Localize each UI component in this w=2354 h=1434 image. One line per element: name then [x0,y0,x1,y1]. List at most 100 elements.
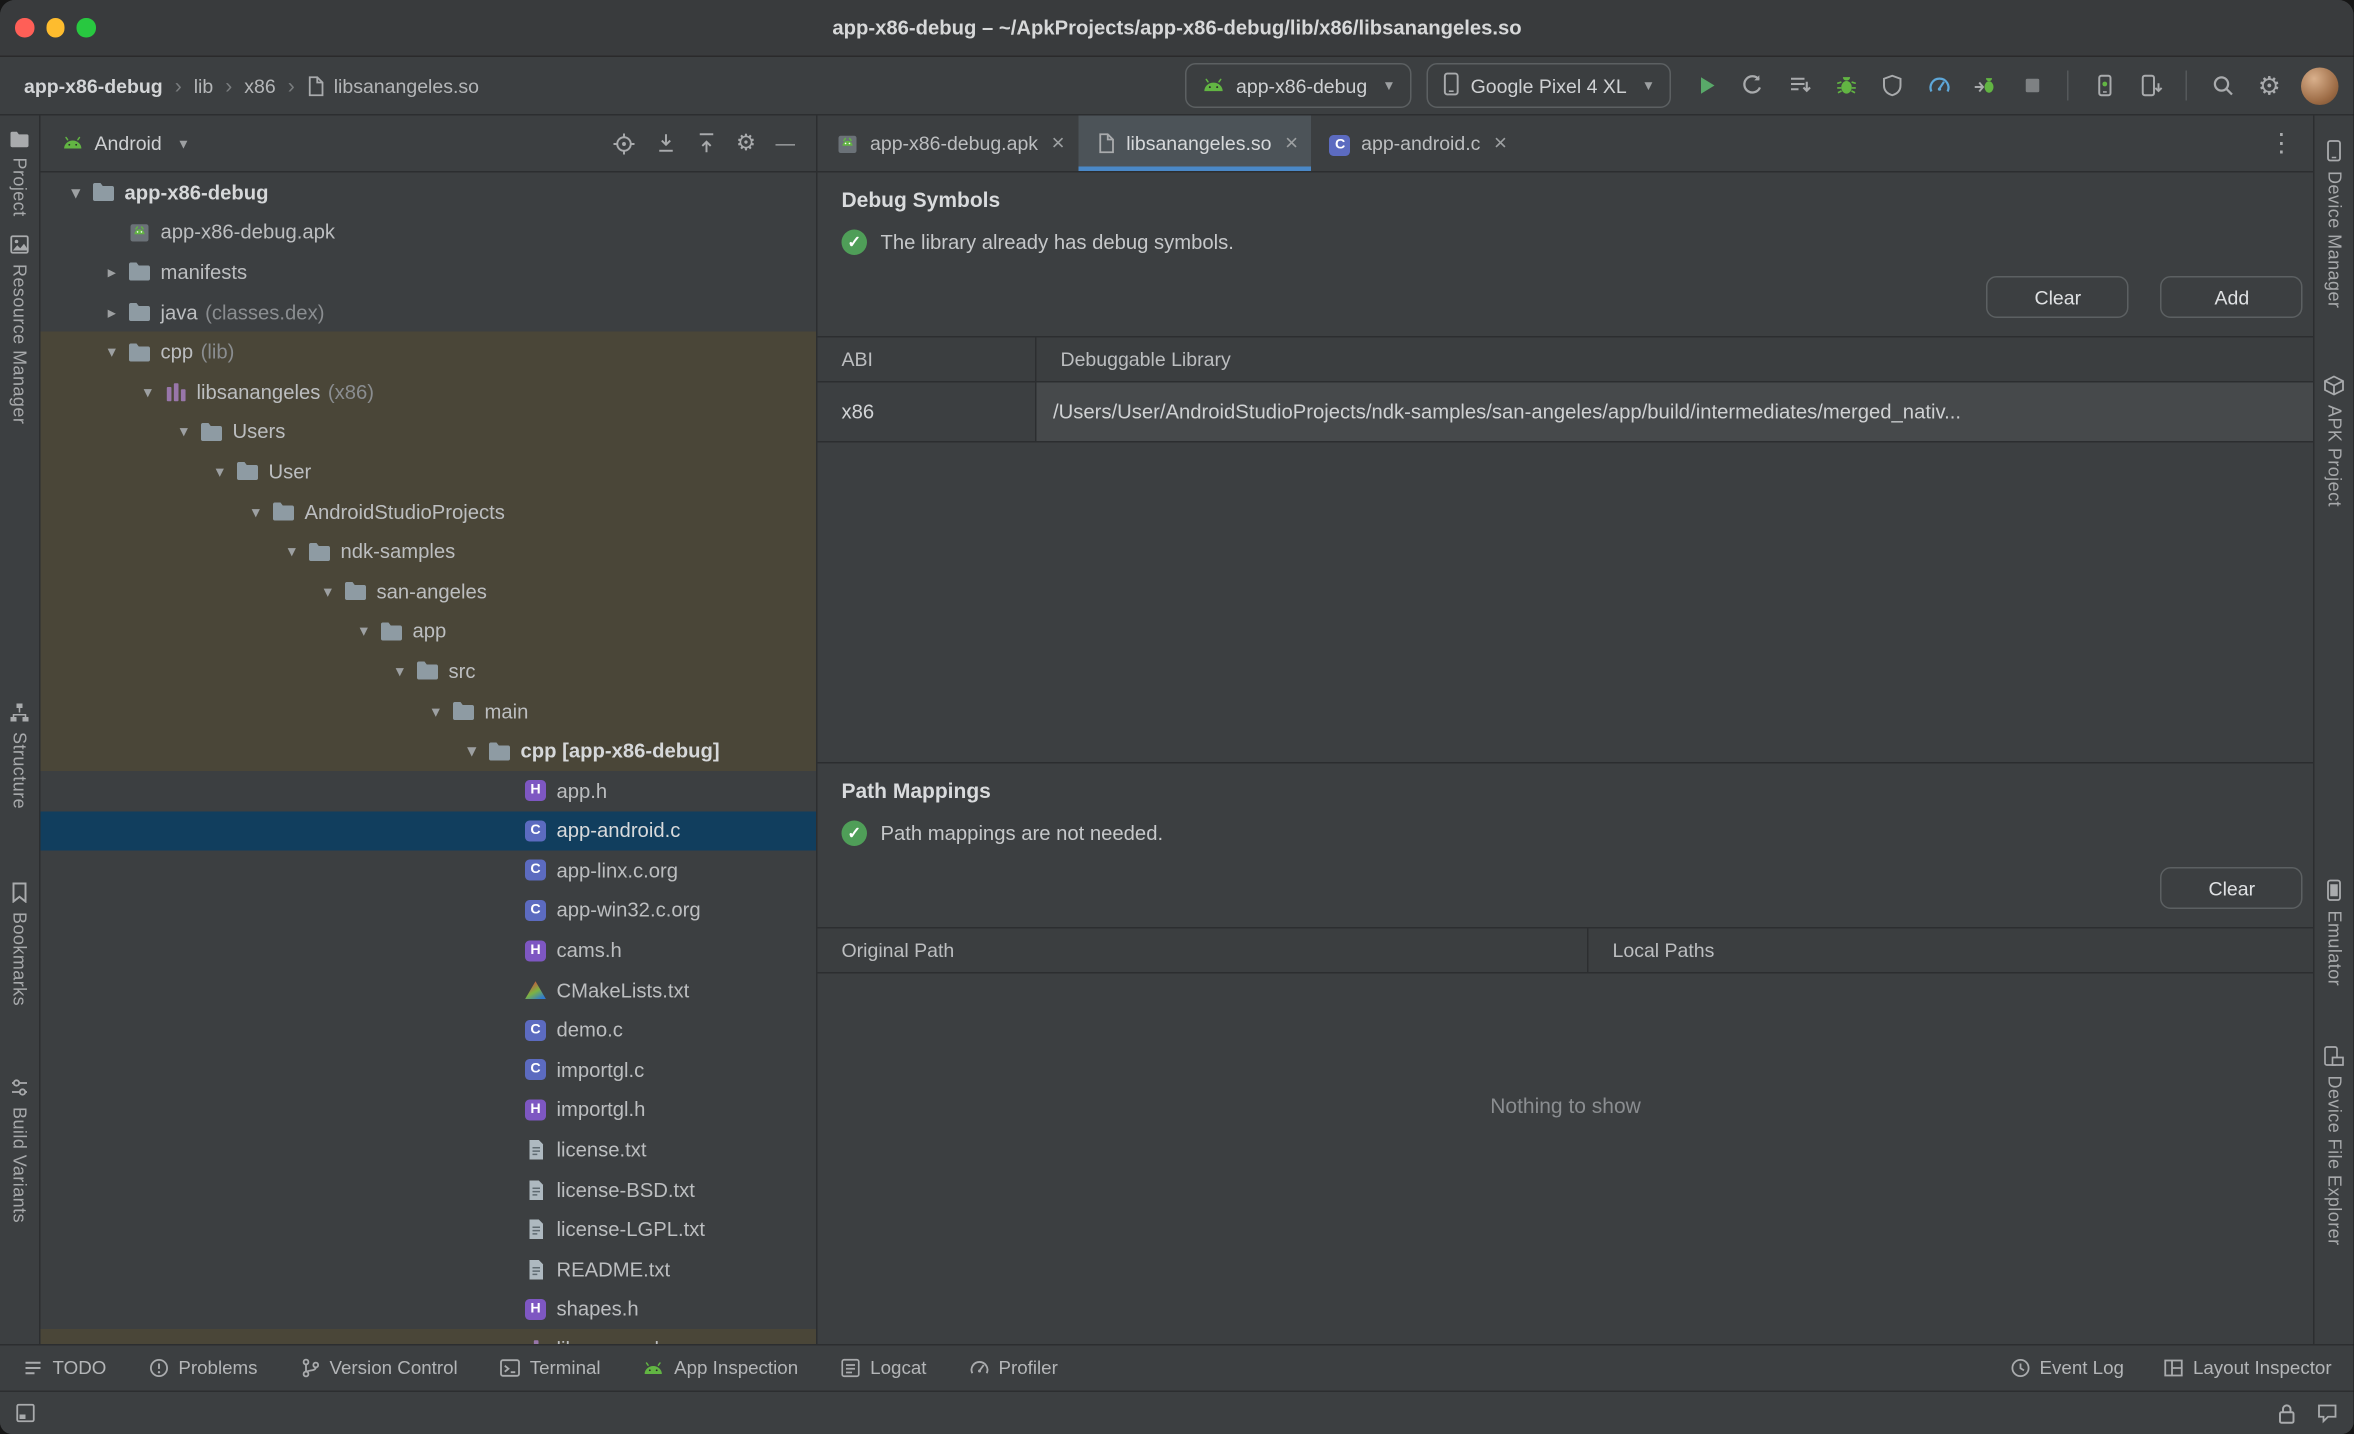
tree-item[interactable]: Happ.h [41,771,817,811]
tree-item[interactable]: ▾ Users [40,411,816,452]
apply-changes-icon[interactable] [1733,65,1774,106]
tree-item[interactable]: license.txt [41,1130,817,1170]
tree-item[interactable]: ▾ AndroidStudioProjects [40,491,816,532]
notifications-icon[interactable] [2317,1403,2340,1424]
project-view-selector[interactable]: Android [95,132,162,155]
collapse-all-icon[interactable] [695,132,716,155]
profiler-icon[interactable] [1919,65,1960,106]
run-configuration-select[interactable]: app-x86-debug ▼ [1185,63,1413,108]
close-button[interactable] [15,18,34,38]
status-item-version-control[interactable]: Version Control [300,1358,458,1379]
tree-item[interactable]: ▾ ndk-samples [40,531,816,572]
close-icon[interactable]: × [1052,131,1065,157]
chevron-down-icon[interactable]: ▾ [137,382,160,402]
device-manager-icon[interactable] [2084,65,2125,106]
chevron-right-icon[interactable]: ▸ [101,262,124,282]
sdk-manager-icon[interactable] [2131,65,2172,106]
breadcrumb-item[interactable]: libsanangeles.so [307,74,479,97]
breadcrumb-item[interactable]: lib [194,74,214,97]
avatar[interactable] [2301,66,2340,105]
tool-window-button-build-variants[interactable]: Build Variants [9,1078,30,1224]
attach-debugger-icon[interactable] [1966,65,2007,106]
tree-item[interactable]: Hcams.h [41,930,817,970]
settings-icon[interactable]: ⚙ [2249,65,2290,106]
breadcrumb-item[interactable]: app-x86-debug [24,74,163,97]
run-icon[interactable] [1687,65,1728,106]
tool-window-stripe-toggle-icon[interactable] [15,1403,36,1424]
tree-item[interactable]: CMakeLists.txt [41,970,817,1010]
chevron-down-icon[interactable]: ▾ [209,462,232,481]
read-only-lock-icon[interactable] [2278,1402,2298,1425]
tree-item[interactable]: ▾ cpp [app-x86-debug] [40,730,816,771]
status-item-profiler[interactable]: Profiler [968,1358,1058,1379]
status-item-problems[interactable]: Problems [148,1358,258,1379]
chevron-down-icon[interactable]: ▾ [317,582,340,601]
editor-tab-app-android-c[interactable]: Capp-android.c × [1312,116,1521,172]
apply-code-changes-icon[interactable] [1780,65,1821,106]
clear-button[interactable]: Clear [2160,867,2304,909]
expand-all-icon[interactable] [655,132,676,155]
status-item-terminal[interactable]: Terminal [500,1358,601,1379]
tree-item[interactable]: ▾ cpp (lib) [40,332,816,372]
tree-item[interactable]: Himportgl.h [41,1090,817,1130]
chevron-down-icon[interactable]: ▾ [425,701,448,721]
add-button[interactable]: Add [2160,276,2304,318]
chevron-down-icon[interactable]: ▾ [389,661,412,681]
tree-item[interactable]: ▾ User [40,451,816,492]
stop-icon[interactable] [2012,65,2053,106]
hide-tool-window-icon[interactable]: — [776,134,796,154]
status-item-todo[interactable]: TODO [23,1358,106,1379]
tree-item[interactable]: ▾ src [40,651,816,692]
status-item-logcat[interactable]: Logcat [840,1358,926,1379]
tree-item[interactable]: Cimportgl.c [41,1050,817,1090]
tree-item[interactable]: ▾ libsanangeles (x86) [40,371,816,412]
clear-button[interactable]: Clear [1986,276,2130,318]
tree-item[interactable]: ▸ java (classes.dex) [41,292,817,332]
close-icon[interactable]: × [1494,131,1507,157]
tree-item[interactable]: Hshapes.h [41,1289,817,1329]
chevron-down-icon[interactable]: ▾ [173,422,196,442]
tool-window-button-structure[interactable]: Structure [9,702,30,810]
tree-item[interactable]: license-BSD.txt [41,1170,817,1210]
profile-app-icon[interactable] [1873,65,1914,106]
tool-window-button-apk-project[interactable]: APK Project [2324,374,2345,506]
breadcrumb-item[interactable]: x86 [244,74,275,97]
tree-item[interactable]: app-x86-debug.apk [41,212,817,252]
tree-item[interactable]: Capp-linx.c.org [41,851,817,891]
tree-item[interactable]: Capp-android.c [40,810,816,851]
zoom-button[interactable] [76,18,96,38]
editor-tab-app-x86-debug-apk[interactable]: app-x86-debug.apk × [818,116,1079,172]
tool-window-button-emulator[interactable]: Emulator [2324,878,2345,986]
options-gear-icon[interactable]: ⚙ [736,132,756,155]
tree-item[interactable]: ▾ san-angeles [40,571,816,612]
close-icon[interactable]: × [1285,131,1298,157]
minimize-button[interactable] [45,18,65,38]
device-select[interactable]: Google Pixel 4 XL ▼ [1427,63,1672,108]
debug-icon[interactable] [1826,65,1867,106]
table-row[interactable]: x86 /Users/User/AndroidStudioProjects/nd… [817,382,2314,443]
chevron-down-icon[interactable]: ▾ [101,342,124,362]
tree-item[interactable]: license-LGPL.txt [41,1210,817,1250]
more-tabs-icon[interactable]: ⋮ [2269,128,2314,158]
editor-tab-libsanangeles-so[interactable]: libsanangeles.so × [1078,115,1312,171]
search-icon[interactable] [2203,65,2244,106]
status-item-app-inspection[interactable]: App Inspection [643,1358,798,1379]
tool-window-button-resource-manager[interactable]: Resource Manager [9,235,30,425]
tool-window-button-device-manager[interactable]: Device Manager [2324,140,2345,308]
tree-item[interactable]: ▾ app-x86-debug [41,173,817,213]
chevron-down-icon[interactable]: ▾ [281,542,304,561]
tree-item[interactable]: Cdemo.c [41,1010,817,1050]
tree-item[interactable]: README.txt [41,1250,817,1290]
tree-item[interactable]: ▸ manifests [41,252,817,292]
chevron-down-icon[interactable]: ▾ [65,183,88,202]
status-item-event-log[interactable]: Event Log [2010,1358,2124,1379]
tree-item[interactable]: ▾ main [40,691,816,731]
chevron-down-icon[interactable]: ▾ [353,621,376,641]
tree-item[interactable]: Capp-win32.c.org [41,891,817,931]
tree-item[interactable]: ▾ app [40,611,816,652]
status-item-layout-inspector[interactable]: Layout Inspector [2163,1358,2332,1379]
tool-window-button-device-file-explorer[interactable]: Device File Explorer [2324,1046,2345,1246]
tree-item[interactable]: libsanangeles.so [40,1329,816,1344]
tool-window-button-bookmarks[interactable]: Bookmarks [9,882,30,1006]
chevron-right-icon[interactable]: ▸ [101,302,124,322]
